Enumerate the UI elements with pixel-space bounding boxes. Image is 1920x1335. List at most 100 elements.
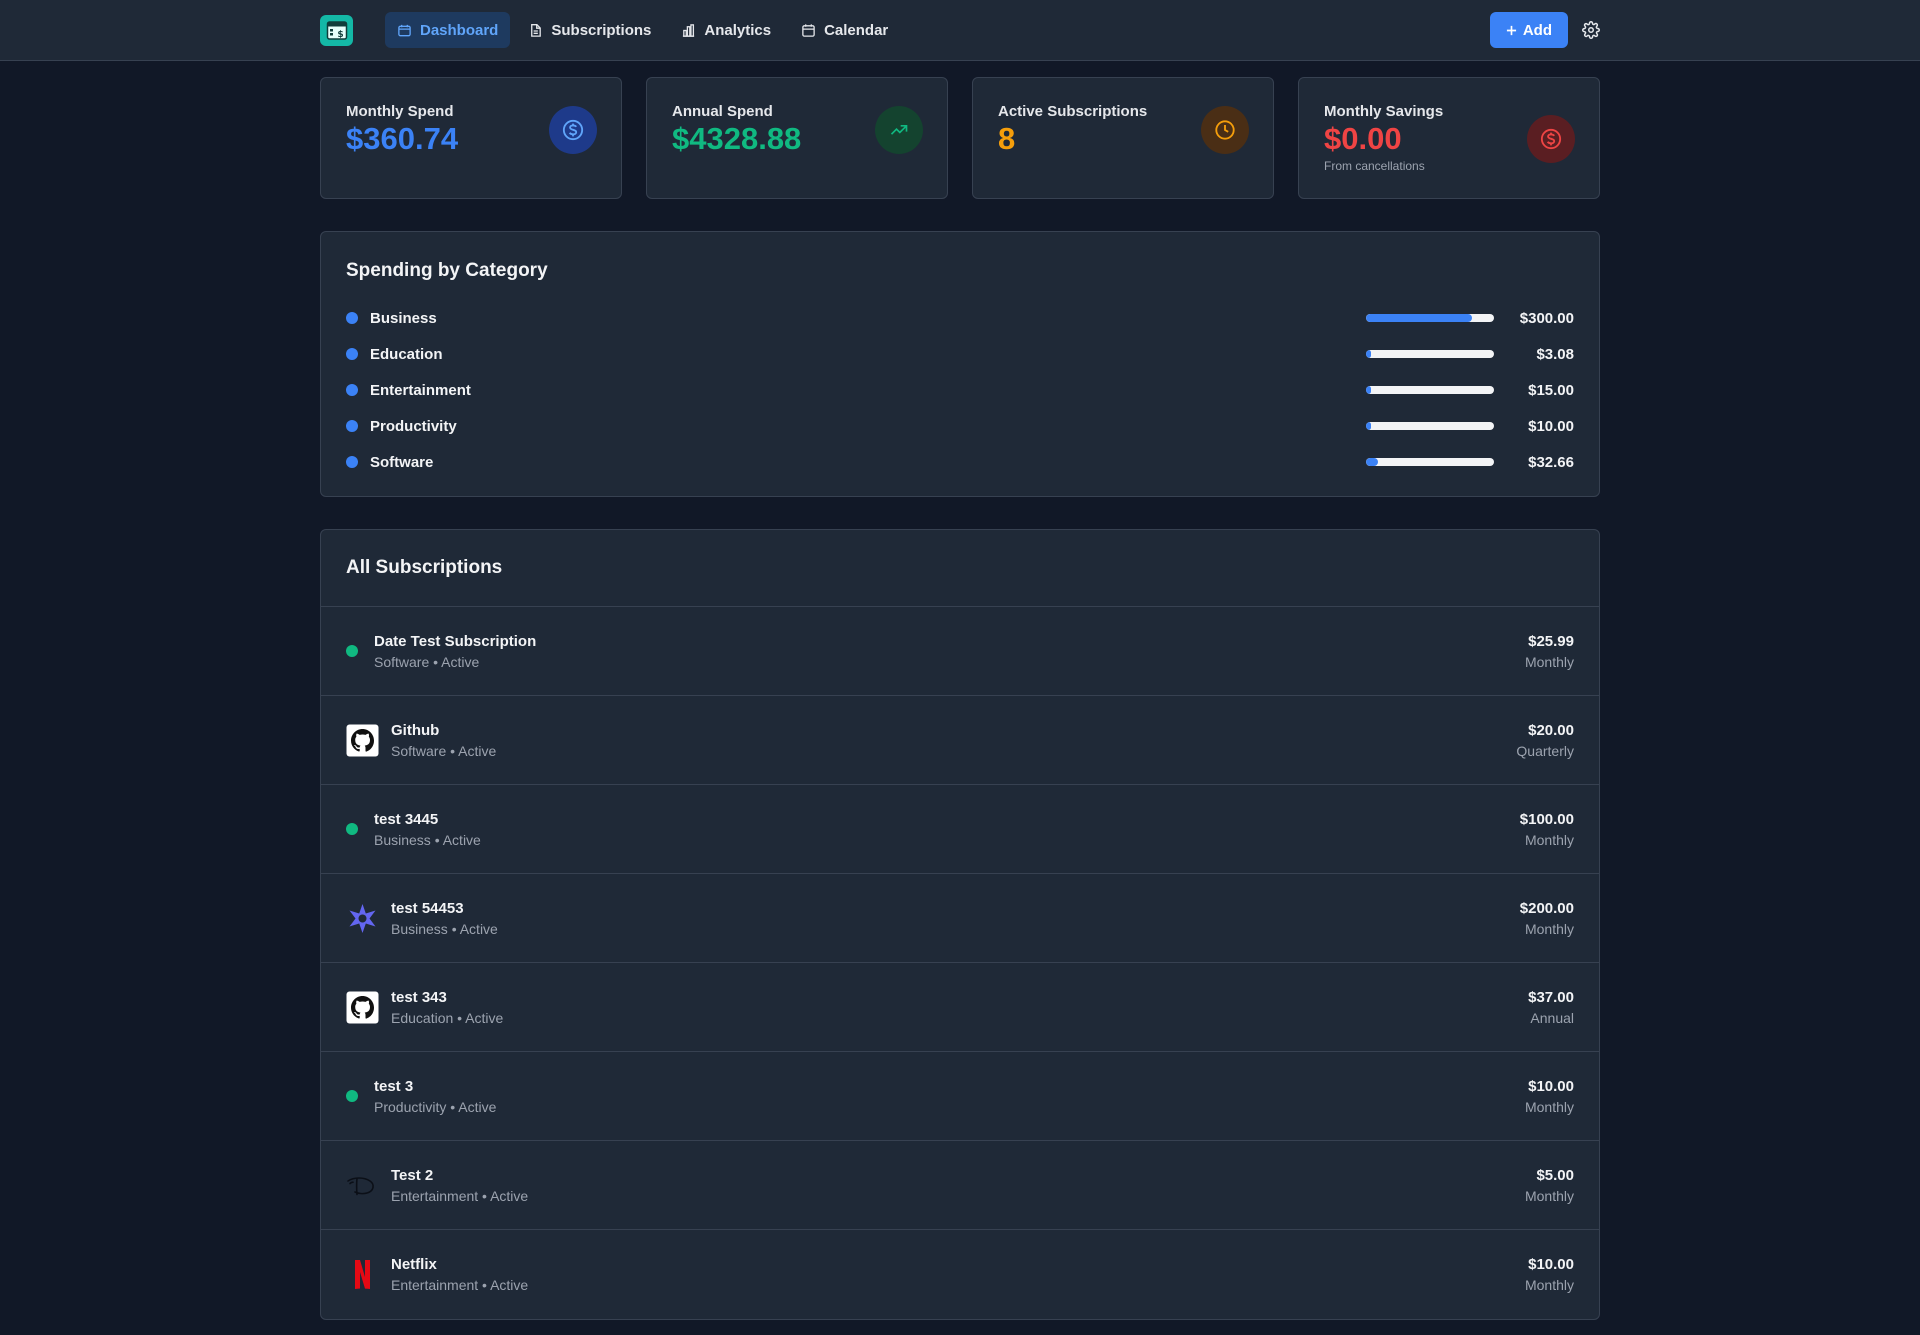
subscription-meta: Software • Active: [391, 742, 497, 759]
category-row: Entertainment $15.00: [346, 372, 1574, 408]
disney-icon: [346, 1169, 379, 1202]
bar-chart-icon: [683, 23, 695, 37]
category-name: Business: [370, 309, 437, 327]
dollar-icon: [562, 119, 584, 141]
subscription-price: $37.00: [1528, 988, 1574, 1006]
category-dot: [346, 348, 358, 360]
category-dot: [346, 384, 358, 396]
subscription-row[interactable]: Github Software • Active $20.00 Quarterl…: [321, 696, 1599, 785]
subscription-name: Test 2: [391, 1166, 434, 1184]
category-bar: [1366, 386, 1494, 394]
stat-icon-wrap: [1201, 106, 1249, 154]
subscription-row[interactable]: test 343 Education • Active $37.00 Annua…: [321, 963, 1599, 1052]
category-name: Software: [370, 453, 434, 471]
category-bar: [1366, 350, 1494, 358]
category-dot: [346, 420, 358, 432]
subscription-meta: Business • Active: [391, 920, 498, 937]
subscription-meta: Entertainment • Active: [391, 1187, 529, 1204]
subscription-info: test 3445 Business • Active: [374, 811, 1520, 848]
add-button-label: Add: [1522, 21, 1552, 39]
subscription-row[interactable]: Test 2 Entertainment • Active $5.00 Mont…: [321, 1141, 1599, 1230]
subscription-price: $10.00: [1528, 1256, 1574, 1273]
subscription-pricing: $100.00 Monthly: [1520, 811, 1574, 848]
subscription-name: Date Test Subscription: [374, 632, 537, 650]
subscription-frequency: Annual: [1530, 1009, 1574, 1026]
subscription-row[interactable]: test 54453 Business • Active $200.00 Mon…: [321, 874, 1599, 963]
category-name: Entertainment: [370, 381, 471, 399]
dashboard-icon: [398, 24, 411, 36]
stat-icon-wrap: [875, 106, 923, 154]
all-subscriptions-card: All Subscriptions Date Test Subscription…: [320, 529, 1600, 1320]
category-bar: [1366, 422, 1494, 430]
subscription-meta: Business • Active: [374, 831, 481, 848]
subscription-name: Github: [391, 721, 440, 739]
category-row: Productivity $10.00: [346, 408, 1574, 444]
category-bar-fill: [1366, 350, 1372, 358]
calendar-icon: [802, 23, 815, 37]
stat-icon-wrap: [549, 106, 597, 154]
subscription-name: Netflix: [391, 1256, 437, 1273]
category-bar-fill: [1366, 458, 1378, 466]
subscriptions-title: All Subscriptions: [346, 557, 503, 578]
stat-active-subscriptions: Active Subscriptions 8: [972, 77, 1274, 199]
plus-icon: [1506, 25, 1516, 35]
subscription-info: Date Test Subscription Software • Active: [374, 633, 1525, 670]
svg-text:$: $: [337, 30, 343, 40]
nav-analytics-label: Analytics: [704, 21, 772, 39]
category-bar-fill: [1366, 314, 1473, 322]
stat-annual-spend: Annual Spend $4328.88: [646, 77, 948, 199]
navbar-inner: $ Dashboard Subscriptions Analytics Cale…: [320, 0, 1600, 60]
status-dot: [346, 645, 358, 657]
nav-calendar-label: Calendar: [824, 21, 889, 39]
subscription-row[interactable]: Date Test Subscription Software • Active…: [321, 607, 1599, 696]
subscription-pricing: $5.00 Monthly: [1525, 1167, 1574, 1204]
trending-up-icon: [890, 125, 908, 135]
subscription-row[interactable]: Netflix Entertainment • Active $10.00 Mo…: [321, 1230, 1599, 1319]
gear-icon: [1582, 21, 1600, 39]
nav-calendar[interactable]: Calendar: [789, 12, 900, 48]
subscription-frequency: Monthly: [1524, 920, 1574, 937]
subscription-pricing: $37.00 Annual: [1528, 989, 1574, 1026]
top-navbar: $ Dashboard Subscriptions Analytics Cale…: [0, 0, 1920, 61]
spending-by-category-card: Spending by Category Business $300.00 Ed…: [320, 231, 1600, 497]
nav-dashboard-label: Dashboard: [420, 21, 499, 39]
subscription-frequency: Monthly: [1524, 831, 1574, 848]
nav-dashboard[interactable]: Dashboard: [385, 12, 511, 48]
settings-button[interactable]: [1582, 21, 1600, 39]
nav-analytics[interactable]: Analytics: [669, 12, 783, 48]
subscription-row[interactable]: test 3445 Business • Active $100.00 Mont…: [321, 785, 1599, 874]
category-row: Education $3.08: [346, 336, 1574, 372]
subscription-price: $10.00: [1528, 1077, 1574, 1095]
main-content: Monthly Spend $360.74 Annual Spend $4328…: [320, 77, 1600, 1320]
stat-icon-wrap: [1527, 115, 1575, 163]
category-row: Business $300.00: [346, 300, 1574, 336]
category-amount: $15.00: [1528, 381, 1574, 399]
subscription-pricing: $200.00 Monthly: [1520, 900, 1574, 937]
stat-monthly-savings: Monthly Savings $0.00 From cancellations: [1298, 77, 1600, 199]
stat-subtext: From cancellations: [1324, 158, 1425, 173]
subscription-info: test 343 Education • Active: [391, 989, 1528, 1026]
subscription-info: Netflix Entertainment • Active: [391, 1256, 1525, 1293]
subscription-price: $25.99: [1528, 632, 1574, 650]
subscription-pricing: $25.99 Monthly: [1525, 633, 1574, 670]
status-dot: [346, 823, 358, 835]
stat-label: Monthly Savings: [1324, 103, 1444, 120]
subscription-info: Test 2 Entertainment • Active: [391, 1167, 1525, 1204]
calendar-dollar-logo-icon: $: [326, 21, 347, 40]
subscription-price: $200.00: [1519, 899, 1574, 917]
subscription-meta: Education • Active: [391, 1009, 504, 1026]
subscription-info: Github Software • Active: [391, 722, 1516, 759]
subscription-row[interactable]: test 3 Productivity • Active $10.00 Mont…: [321, 1052, 1599, 1141]
stat-monthly-spend: Monthly Spend $360.74: [320, 77, 622, 199]
add-subscription-button[interactable]: Add: [1489, 12, 1568, 48]
app-logo[interactable]: $: [320, 14, 353, 46]
category-dot: [346, 312, 358, 324]
category-amount: $10.00: [1528, 417, 1574, 435]
category-bar-fill: [1366, 386, 1372, 394]
category-amount: $300.00: [1519, 309, 1574, 327]
category-amount: $3.08: [1536, 345, 1574, 363]
clock-icon: [1215, 120, 1235, 140]
category-title: Spending by Category: [346, 260, 548, 281]
dollar-icon: [1540, 128, 1562, 150]
nav-subscriptions[interactable]: Subscriptions: [516, 12, 663, 48]
